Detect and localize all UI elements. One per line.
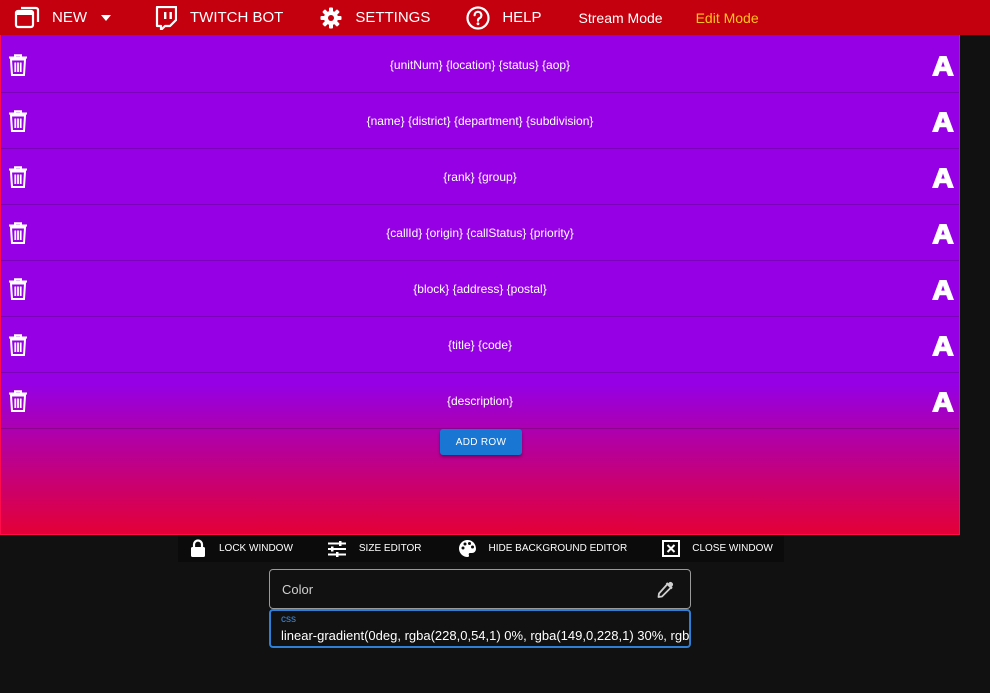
- row-format-text[interactable]: {unitNum} {location} {status} {aop}: [41, 37, 919, 93]
- row-format-text[interactable]: {rank} {group}: [41, 149, 919, 205]
- css-field-value: linear-gradient(0deg, rgba(228,0,54,1) 0…: [281, 628, 690, 643]
- chevron-down-icon: [101, 14, 111, 21]
- lock-window-label: LOCK WINDOW: [219, 543, 293, 554]
- eyedropper-icon[interactable]: [656, 579, 676, 604]
- help-label: HELP: [502, 9, 542, 26]
- trash-icon[interactable]: [8, 278, 28, 305]
- edit-mode-button[interactable]: Edit Mode: [696, 0, 759, 35]
- sliders-icon: [327, 540, 347, 557]
- hide-background-editor-label: HIDE BACKGROUND EDITOR: [488, 543, 628, 554]
- font-format-icon[interactable]: [931, 335, 955, 362]
- overlay-row: {description}: [1, 373, 959, 429]
- color-field-label: Color: [282, 582, 314, 597]
- edit-mode-label: Edit Mode: [695, 9, 759, 26]
- trash-icon[interactable]: [8, 222, 28, 249]
- row-format-text[interactable]: {title} {code}: [41, 317, 919, 373]
- trash-icon[interactable]: [8, 166, 28, 193]
- stream-mode-label: Stream Mode: [578, 9, 663, 26]
- window-stack-icon: [14, 6, 40, 30]
- font-format-icon[interactable]: [931, 391, 955, 418]
- hide-background-editor-button[interactable]: HIDE BACKGROUND EDITOR: [458, 535, 628, 562]
- window-toolbar: LOCK WINDOW SIZE EDITOR HIDE BACKGROUND …: [178, 535, 784, 562]
- lock-window-button[interactable]: LOCK WINDOW: [190, 535, 293, 562]
- overlay-row: {unitNum} {location} {status} {aop}: [1, 37, 959, 93]
- close-window-button[interactable]: CLOSE WINDOW: [662, 535, 773, 562]
- trash-icon[interactable]: [8, 110, 28, 137]
- size-editor-label: SIZE EDITOR: [358, 543, 422, 554]
- row-format-text[interactable]: {block} {address} {postal}: [41, 261, 919, 317]
- lock-icon: [190, 539, 206, 558]
- new-menu-button[interactable]: NEW: [14, 0, 111, 35]
- overlay-row: {title} {code}: [1, 317, 959, 373]
- trash-icon[interactable]: [8, 390, 28, 417]
- font-format-icon[interactable]: [931, 55, 955, 82]
- size-editor-button[interactable]: SIZE EDITOR: [327, 535, 422, 562]
- trash-icon[interactable]: [8, 54, 28, 81]
- help-circle-icon: [466, 5, 490, 30]
- font-format-icon[interactable]: [931, 111, 955, 138]
- add-row-button[interactable]: ADD ROW: [440, 429, 522, 455]
- row-format-text[interactable]: {name} {district} {department} {subdivis…: [41, 93, 919, 149]
- font-format-icon[interactable]: [931, 167, 955, 194]
- color-field[interactable]: Color: [269, 569, 691, 609]
- stream-mode-button[interactable]: Stream Mode: [579, 0, 663, 35]
- row-format-text[interactable]: {description}: [41, 373, 919, 429]
- gear-icon: [320, 7, 342, 29]
- font-format-icon[interactable]: [931, 279, 955, 306]
- settings-label: SETTINGS: [355, 9, 431, 26]
- css-field-label: css: [281, 614, 296, 625]
- overlay-row: {name} {district} {department} {subdivis…: [1, 93, 959, 149]
- row-format-text[interactable]: {callId} {origin} {callStatus} {priority…: [41, 205, 919, 261]
- font-format-icon[interactable]: [931, 223, 955, 250]
- overlay-row: {rank} {group}: [1, 149, 959, 205]
- twitch-icon: [155, 5, 177, 30]
- overlay-preview-panel: {unitNum} {location} {status} {aop} {nam…: [0, 35, 960, 535]
- help-button[interactable]: HELP: [466, 0, 542, 35]
- close-box-icon: [662, 540, 681, 557]
- twitch-bot-button[interactable]: TWITCH BOT: [155, 0, 283, 35]
- close-window-label: CLOSE WINDOW: [692, 543, 773, 554]
- overlay-row: {block} {address} {postal}: [1, 261, 959, 317]
- settings-button[interactable]: SETTINGS: [320, 0, 430, 35]
- new-label: NEW: [52, 9, 87, 26]
- twitch-bot-label: TWITCH BOT: [190, 9, 284, 26]
- top-nav-bar: NEW TWITCH BOT SETTINGS HELP Stream Mode…: [0, 0, 990, 35]
- palette-icon: [458, 539, 477, 558]
- css-input[interactable]: css linear-gradient(0deg, rgba(228,0,54,…: [269, 609, 691, 648]
- overlay-row: {callId} {origin} {callStatus} {priority…: [1, 205, 959, 261]
- trash-icon[interactable]: [8, 334, 28, 361]
